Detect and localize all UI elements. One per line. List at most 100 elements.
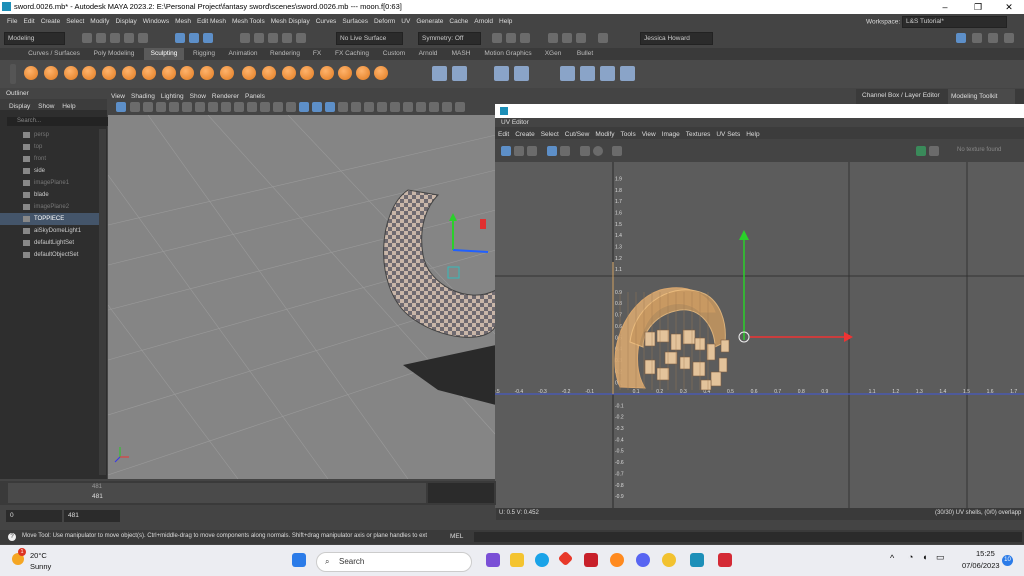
viewport-tool-24-icon[interactable] (429, 102, 439, 112)
hypershade-icon[interactable] (548, 33, 558, 43)
mel-label[interactable]: MEL (450, 533, 463, 540)
render-settings-icon[interactable] (520, 33, 530, 43)
menu-uv[interactable]: UV (398, 14, 413, 29)
viewport-tool-22-icon[interactable] (403, 102, 413, 112)
workspace-dropdown[interactable]: L&S Tutorial* (902, 16, 1008, 28)
select-hierarchy-icon[interactable] (175, 33, 185, 43)
snap-grid-icon[interactable] (240, 33, 250, 43)
sculpt-tool-5-icon[interactable] (102, 66, 116, 80)
range-current-field[interactable]: 481 (64, 510, 120, 522)
menu-help[interactable]: Help (496, 14, 515, 29)
mcafee-icon[interactable] (584, 553, 598, 567)
menu-select[interactable]: Select (63, 14, 87, 29)
pause-icon[interactable] (598, 33, 608, 43)
uv-toolkit-icon[interactable] (501, 146, 511, 156)
viewport-tool-21-icon[interactable] (390, 102, 400, 112)
shelf-tab-sculpting[interactable]: Sculpting (144, 48, 184, 60)
outliner-item[interactable]: side (0, 165, 99, 177)
viewport-tool-14-icon[interactable] (299, 102, 309, 112)
app-red-diamond-icon[interactable] (557, 550, 574, 567)
snap-view-icon[interactable] (282, 33, 292, 43)
menu-edit-mesh[interactable]: Edit Mesh (194, 14, 229, 29)
windows-start-icon[interactable] (292, 553, 306, 567)
sculpt-tool-19-icon[interactable] (374, 66, 388, 80)
mode-dropdown[interactable]: Modeling (4, 32, 65, 45)
shelf-tab-curves-surfaces[interactable]: Curves / Surfaces (24, 48, 84, 60)
viewport-tool-5-icon[interactable] (182, 102, 192, 112)
notification-badge[interactable]: 10 (1002, 555, 1013, 566)
tab-channel-box[interactable]: Channel Box / Layer Editor (862, 92, 940, 99)
uv-display-icon[interactable] (593, 146, 603, 156)
shelf-tab-poly-modeling[interactable]: Poly Modeling (88, 48, 140, 60)
menu-curves[interactable]: Curves (313, 14, 340, 29)
shelf-tab-fx-caching[interactable]: FX Caching (330, 48, 374, 60)
open-scene-icon[interactable] (96, 33, 106, 43)
shelf-tab-motion-graphics[interactable]: Motion Graphics (480, 48, 536, 60)
shelf-tab-animation[interactable]: Animation (224, 48, 262, 60)
shelf-tab-mash[interactable]: MASH (446, 48, 476, 60)
live-surface-dropdown[interactable]: No Live Surface (336, 32, 403, 45)
select-component-icon[interactable] (203, 33, 213, 43)
shelf-tool-2-icon[interactable] (452, 66, 467, 81)
sculpt-tool-14-icon[interactable] (282, 66, 296, 80)
battery-icon[interactable]: ▭ (936, 552, 945, 563)
uv-grid-icon[interactable] (547, 146, 557, 156)
teams-icon[interactable] (486, 553, 500, 567)
viewport-tool-2-icon[interactable] (143, 102, 153, 112)
shelf-tab-arnold[interactable]: Arnold (414, 48, 442, 60)
outliner-search-input[interactable]: Search... (7, 117, 113, 126)
maya-taskbar-icon[interactable] (690, 553, 704, 567)
menu-mesh-display[interactable]: Mesh Display (268, 14, 313, 29)
taskbar-search[interactable]: ⌕ Search (316, 552, 472, 572)
outliner-item[interactable]: imagePlane2 (0, 201, 99, 213)
outliner-item[interactable]: aiSkyDomeLight1 (0, 225, 99, 237)
wifi-icon[interactable]: ◔ (908, 552, 913, 562)
clock-date[interactable]: 07/06/2023 (962, 561, 1000, 570)
sculpt-tool-15-icon[interactable] (300, 66, 314, 80)
shelf-tool-1-icon[interactable] (432, 66, 447, 81)
sculpt-tool-13-icon[interactable] (262, 66, 276, 80)
range-start-field[interactable]: 0 (6, 510, 62, 522)
sculpt-tool-4-icon[interactable] (82, 66, 96, 80)
shelf-tab-bullet[interactable]: Bullet (570, 48, 600, 60)
viewport-tool-8-icon[interactable] (221, 102, 231, 112)
outliner-item[interactable]: top (0, 141, 99, 153)
sculpt-tool-2-icon[interactable] (44, 66, 58, 80)
outliner-item[interactable]: imagePlane1 (0, 177, 99, 189)
new-scene-icon[interactable] (82, 33, 92, 43)
volume-icon[interactable]: ◖ (922, 552, 927, 562)
outliner-menu-show[interactable]: Show (35, 99, 57, 114)
file-explorer-icon[interactable] (510, 553, 524, 567)
shelf-tab-fx[interactable]: FX (308, 48, 326, 60)
viewport-tool-20-icon[interactable] (377, 102, 387, 112)
move-manipulator-x-axis[interactable] (480, 219, 486, 229)
menu-mesh-tools[interactable]: Mesh Tools (229, 14, 268, 29)
outliner-item[interactable]: persp (0, 129, 99, 141)
moon-piece-mesh[interactable] (383, 189, 496, 338)
time-slider-track[interactable] (8, 483, 426, 503)
shelf-tool-5-icon[interactable] (560, 66, 575, 81)
viewport-tool-16-icon[interactable] (325, 102, 335, 112)
mel-command-input[interactable] (474, 532, 1022, 542)
edge-icon[interactable] (535, 553, 549, 567)
viewport-tool-6-icon[interactable] (195, 102, 205, 112)
toggle-modeling-toolkit-icon[interactable] (1004, 33, 1014, 43)
outliner-menu-help[interactable]: Help (59, 99, 78, 114)
viewport-tool-10-icon[interactable] (247, 102, 257, 112)
sculpt-tool-9-icon[interactable] (180, 66, 194, 80)
redo-icon[interactable] (138, 33, 148, 43)
snap-curve-icon[interactable] (254, 33, 264, 43)
viewport-tool-9-icon[interactable] (234, 102, 244, 112)
viewport-tool-1-icon[interactable] (130, 102, 140, 112)
render-view-icon[interactable] (562, 33, 572, 43)
sculpt-tool-12-icon[interactable] (242, 66, 256, 80)
menu-mesh[interactable]: Mesh (172, 14, 194, 29)
uv-snap-icon[interactable] (560, 146, 570, 156)
viewport-tool-11-icon[interactable] (260, 102, 270, 112)
menu-edit[interactable]: Edit (20, 14, 37, 29)
viewport-tool-15-icon[interactable] (312, 102, 322, 112)
sculpt-tool-3-icon[interactable] (64, 66, 78, 80)
ipr-render-icon[interactable] (506, 33, 516, 43)
sculpt-tool-1-icon[interactable] (24, 66, 38, 80)
viewport-tool-25-icon[interactable] (442, 102, 452, 112)
